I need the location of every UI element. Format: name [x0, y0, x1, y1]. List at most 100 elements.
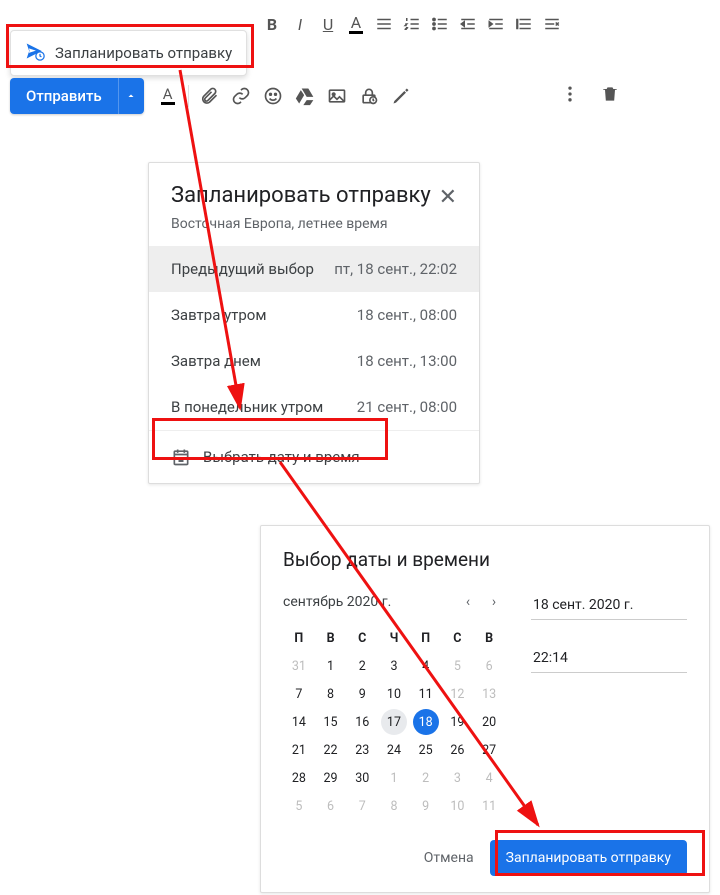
drive-icon[interactable]	[289, 80, 321, 112]
calendar: сентябрь 2020 г. ‹ › ПВСЧПСВ 31123456789…	[283, 591, 505, 820]
separator	[188, 85, 189, 107]
dow-header: В	[473, 625, 505, 652]
underline-icon[interactable]: U	[314, 10, 342, 38]
calendar-day[interactable]: 10	[442, 792, 474, 820]
calendar-day[interactable]: 4	[473, 764, 505, 792]
schedule-send-menu-item[interactable]: Запланировать отправку	[10, 30, 247, 76]
calendar-day[interactable]: 28	[283, 764, 315, 792]
close-icon[interactable]: ✕	[439, 185, 457, 210]
align-icon[interactable]	[370, 10, 398, 38]
option-label: Завтра днем	[171, 352, 261, 370]
calendar-day[interactable]: 25	[410, 736, 442, 764]
calendar-day[interactable]: 2	[410, 764, 442, 792]
send-more-button[interactable]	[118, 78, 144, 114]
month-label: сентябрь 2020 г.	[283, 594, 391, 610]
quote-icon[interactable]	[510, 10, 538, 38]
next-month-button[interactable]: ›	[483, 591, 505, 613]
calendar-day[interactable]: 2	[346, 652, 378, 680]
pick-date-time-button[interactable]: Выбрать дату и время	[149, 430, 479, 483]
calendar-day[interactable]: 5	[283, 792, 315, 820]
calendar-day[interactable]: 20	[473, 708, 505, 736]
calendar-day[interactable]: 9	[346, 680, 378, 708]
calendar-day[interactable]: 1	[378, 764, 410, 792]
cancel-button[interactable]: Отмена	[424, 850, 474, 866]
attach-icon[interactable]	[193, 80, 225, 112]
calendar-day[interactable]: 3	[378, 652, 410, 680]
image-icon[interactable]	[321, 80, 353, 112]
calendar-day[interactable]: 11	[473, 792, 505, 820]
date-time-picker: Выбор даты и времени сентябрь 2020 г. ‹ …	[260, 525, 710, 893]
schedule-option[interactable]: Завтра утром 18 сент., 08:00	[149, 292, 479, 338]
send-button[interactable]: Отправить	[10, 78, 118, 114]
calendar-day[interactable]: 5	[442, 652, 474, 680]
dow-header: Ч	[378, 625, 410, 652]
calendar-day[interactable]: 23	[346, 736, 378, 764]
bold-icon[interactable]: B	[258, 10, 286, 38]
calendar-day[interactable]: 24	[378, 736, 410, 764]
link-icon[interactable]	[225, 80, 257, 112]
date-input[interactable]: 18 сент. 2020 г.	[531, 591, 687, 620]
calendar-day[interactable]: 8	[378, 792, 410, 820]
calendar-day[interactable]: 3	[442, 764, 474, 792]
calendar-day[interactable]: 29	[315, 764, 347, 792]
option-label: В понедельник утром	[171, 398, 323, 416]
calendar-day[interactable]: 9	[410, 792, 442, 820]
schedule-send-popup: Запланировать отправку ✕ Восточная Европ…	[148, 162, 480, 484]
indent-less-icon[interactable]	[454, 10, 482, 38]
calendar-day[interactable]: 31	[283, 652, 315, 680]
calendar-day[interactable]: 10	[378, 680, 410, 708]
option-time: 18 сент., 13:00	[357, 352, 457, 370]
calendar-day[interactable]: 17	[378, 708, 410, 736]
option-time: 18 сент., 08:00	[357, 306, 457, 324]
more-icon[interactable]	[558, 82, 582, 106]
prev-month-button[interactable]: ‹	[457, 591, 479, 613]
calendar-day[interactable]: 19	[442, 708, 474, 736]
schedule-option[interactable]: Завтра днем 18 сент., 13:00	[149, 338, 479, 384]
confidential-icon[interactable]	[353, 80, 385, 112]
italic-icon[interactable]: I	[286, 10, 314, 38]
calendar-day[interactable]: 7	[283, 680, 315, 708]
calendar-day[interactable]: 15	[315, 708, 347, 736]
clear-format-icon[interactable]	[538, 10, 566, 38]
trash-icon[interactable]	[598, 82, 622, 106]
calendar-day[interactable]: 16	[346, 708, 378, 736]
calendar-day[interactable]: 6	[315, 792, 347, 820]
compose-action-row: Отправить A	[10, 78, 417, 114]
dow-header: П	[410, 625, 442, 652]
indent-more-icon[interactable]	[482, 10, 510, 38]
pen-icon[interactable]	[385, 80, 417, 112]
calendar-day[interactable]: 8	[315, 680, 347, 708]
calendar-day[interactable]: 11	[410, 680, 442, 708]
numbered-list-icon[interactable]	[398, 10, 426, 38]
calendar-day[interactable]: 4	[410, 652, 442, 680]
text-color-icon[interactable]: A	[342, 10, 370, 38]
schedule-confirm-button[interactable]: Запланировать отправку	[490, 840, 687, 876]
calendar-day[interactable]: 6	[473, 652, 505, 680]
text-format-icon[interactable]: A	[152, 80, 184, 112]
calendar-day[interactable]: 30	[346, 764, 378, 792]
option-time: 21 сент., 08:00	[357, 398, 457, 416]
calendar-day[interactable]: 12	[442, 680, 474, 708]
dow-header: С	[442, 625, 474, 652]
schedule-send-icon	[25, 41, 45, 65]
calendar-icon	[171, 447, 191, 467]
calendar-day[interactable]: 26	[442, 736, 474, 764]
calendar-day[interactable]: 21	[283, 736, 315, 764]
calendar-day[interactable]: 14	[283, 708, 315, 736]
time-input[interactable]: 22:14	[531, 644, 687, 673]
calendar-day[interactable]: 7	[346, 792, 378, 820]
schedule-send-label: Запланировать отправку	[55, 44, 232, 62]
schedule-option[interactable]: Предыдущий выборпт, 18 сент., 22:02	[149, 246, 479, 292]
calendar-day[interactable]: 27	[473, 736, 505, 764]
calendar-day[interactable]: 18	[410, 708, 442, 736]
pick-date-label: Выбрать дату и время	[203, 448, 360, 466]
bullet-list-icon[interactable]	[426, 10, 454, 38]
schedule-option[interactable]: В понедельник утром 21 сент., 08:00	[149, 384, 479, 430]
calendar-day[interactable]: 22	[315, 736, 347, 764]
dow-header: В	[315, 625, 347, 652]
calendar-day[interactable]: 1	[315, 652, 347, 680]
emoji-icon[interactable]	[257, 80, 289, 112]
option-label: Завтра утром	[171, 306, 267, 324]
calendar-day[interactable]: 13	[473, 680, 505, 708]
timezone-label: Восточная Европа, летнее время	[149, 210, 479, 246]
